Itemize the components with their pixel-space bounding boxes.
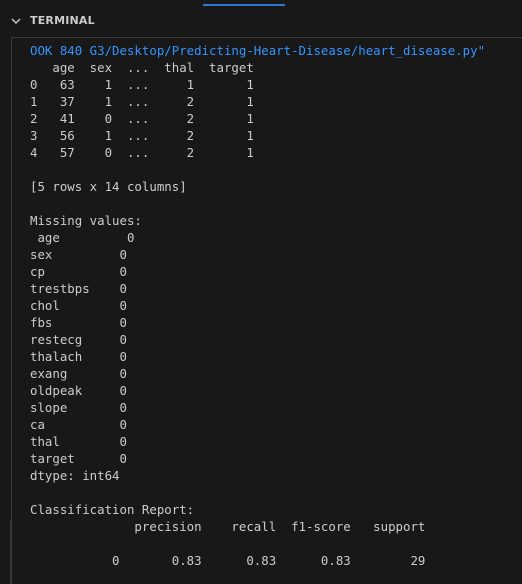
terminal-line: chol 0	[30, 298, 127, 313]
terminal-line: target 0	[30, 451, 127, 466]
terminal-line: exang 0	[30, 366, 127, 381]
terminal-line: Classification Report:	[30, 502, 195, 517]
terminal-line: dtype: int64	[30, 468, 120, 483]
terminal-line: restecg 0	[30, 332, 127, 347]
terminal-line: slope 0	[30, 400, 127, 415]
terminal-line: thal 0	[30, 434, 127, 449]
terminal-line: cp 0	[30, 264, 127, 279]
terminal-line: 2 41 0 ... 2 1	[30, 111, 254, 126]
terminal-line: 0 63 1 ... 1 1	[30, 77, 254, 92]
terminal-line: trestbps 0	[30, 281, 127, 296]
terminal-line: Missing values:	[30, 213, 142, 228]
terminal-line: fbs 0	[30, 315, 127, 330]
terminal-line: age sex ... thal target	[30, 60, 254, 75]
terminal-line: age 0	[30, 230, 135, 245]
terminal-line: thalach 0	[30, 349, 127, 364]
terminal-line: [5 rows x 14 columns]	[30, 179, 187, 194]
terminal-line: precision recall f1-score support	[30, 519, 426, 534]
terminal-line: 1 37 1 ... 2 1	[30, 94, 254, 109]
active-tab-indicator	[203, 4, 285, 6]
terminal-line: 4 57 0 ... 2 1	[30, 145, 254, 160]
terminal-output[interactable]: OOK 840 G3/Desktop/Predicting-Heart-Dise…	[30, 42, 520, 569]
terminal-panel: TERMINAL OOK 840 G3/Desktop/Predicting-H…	[0, 0, 522, 584]
terminal-line: sex 0	[30, 247, 127, 262]
terminal-section-header[interactable]: TERMINAL	[0, 8, 522, 34]
terminal-line: 0 0.83 0.83 0.83 29	[30, 553, 426, 568]
terminal-line: ca 0	[30, 417, 127, 432]
panel-gutter	[0, 520, 11, 584]
chevron-down-icon[interactable]	[9, 14, 23, 28]
terminal-line: oldpeak 0	[30, 383, 127, 398]
terminal-line: 3 56 1 ... 2 1	[30, 128, 254, 143]
terminal-title: TERMINAL	[30, 14, 95, 27]
terminal-line-command-path: OOK 840 G3/Desktop/Predicting-Heart-Dise…	[30, 43, 486, 58]
